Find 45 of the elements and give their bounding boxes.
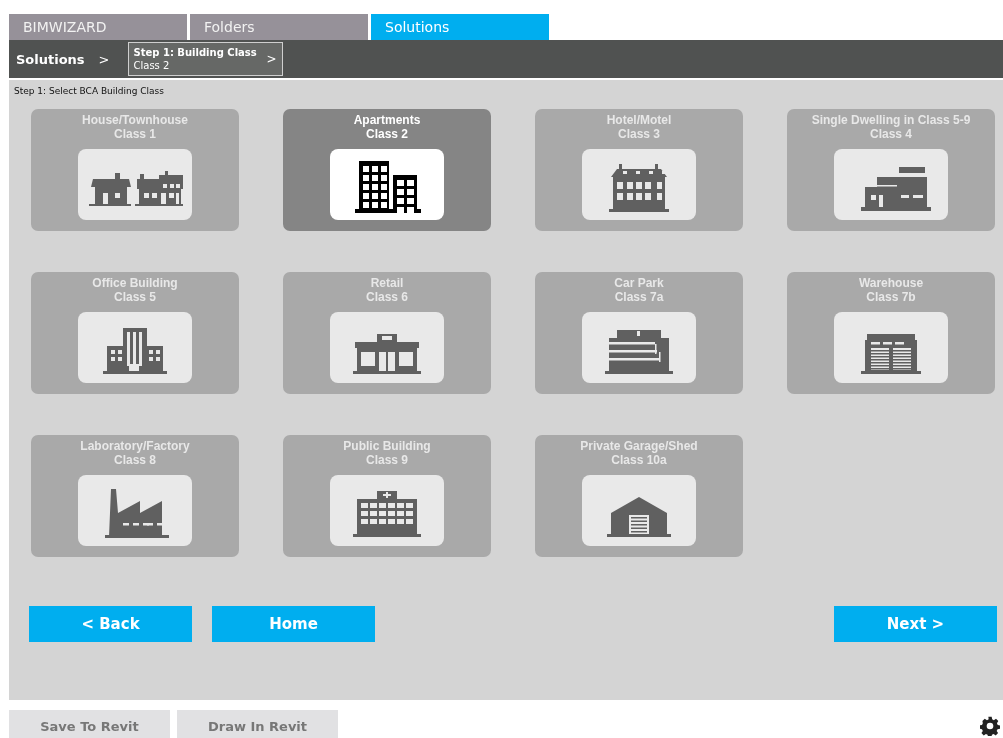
class-card[interactable]: Single Dwelling in Class 5-9 Class 4 [787, 109, 995, 231]
tab[interactable]: Folders [190, 14, 368, 40]
card-class: Class 7a [614, 290, 664, 304]
tab[interactable]: Solutions [371, 14, 549, 40]
card-class: Class 9 [366, 453, 408, 467]
card-title: Warehouse [858, 276, 924, 290]
class-card[interactable]: Retail Class 6 [283, 272, 491, 394]
breadcrumb-root[interactable]: Solutions [16, 51, 85, 67]
card-title: Public Building [343, 439, 431, 453]
back-button[interactable]: < Back [29, 606, 192, 642]
class-card[interactable]: Office Building Class 5 [31, 272, 239, 394]
next-button[interactable]: Next > [834, 606, 997, 642]
breadcrumb-arrow: > [98, 51, 110, 67]
card-class: Class 1 [114, 127, 156, 141]
card-class: Class 2 [366, 127, 408, 141]
card-title: Office Building [92, 276, 178, 290]
card-class: Class 3 [618, 127, 660, 141]
class-card[interactable]: Public Building Class 9 [283, 435, 491, 557]
card-title: Single Dwelling in Class 5-9 [811, 113, 971, 127]
card-class: Class 5 [114, 290, 156, 304]
card-title: Laboratory/Factory [80, 439, 190, 453]
card-title: Car Park [614, 276, 664, 290]
card-title: Private Garage/Shed [580, 439, 698, 453]
class-card[interactable]: Private Garage/Shed Class 10a [535, 435, 743, 557]
card-class: Class 4 [870, 127, 912, 141]
card-class: Class 6 [366, 290, 408, 304]
card-class: Class 8 [114, 453, 156, 467]
card-title: Hotel/Motel [606, 113, 672, 127]
class-card[interactable]: Hotel/Motel Class 3 [535, 109, 743, 231]
class-card[interactable]: Apartments Class 2 [283, 109, 491, 231]
card-class: Class 10a [611, 453, 667, 467]
instruction-label: Step 1: Select BCA Building Class [13, 85, 165, 98]
settings-icon[interactable] [980, 716, 1000, 736]
card-class: Class 7b [866, 290, 916, 304]
class-card[interactable]: Laboratory/Factory Class 8 [31, 435, 239, 557]
home-button[interactable]: Home [212, 606, 375, 642]
tab[interactable]: BIMWIZARD [9, 14, 187, 40]
card-title: House/Townhouse [82, 113, 188, 127]
revit-button[interactable]: Draw In Revit [177, 710, 338, 738]
card-title: Retail [370, 276, 404, 290]
card-title: Apartments [353, 113, 421, 127]
class-card[interactable]: House/Townhouse Class 1 [31, 109, 239, 231]
class-card[interactable]: Car Park Class 7a [535, 272, 743, 394]
revit-button[interactable]: Save To Revit [9, 710, 170, 738]
class-card[interactable]: Warehouse Class 7b [787, 272, 995, 394]
